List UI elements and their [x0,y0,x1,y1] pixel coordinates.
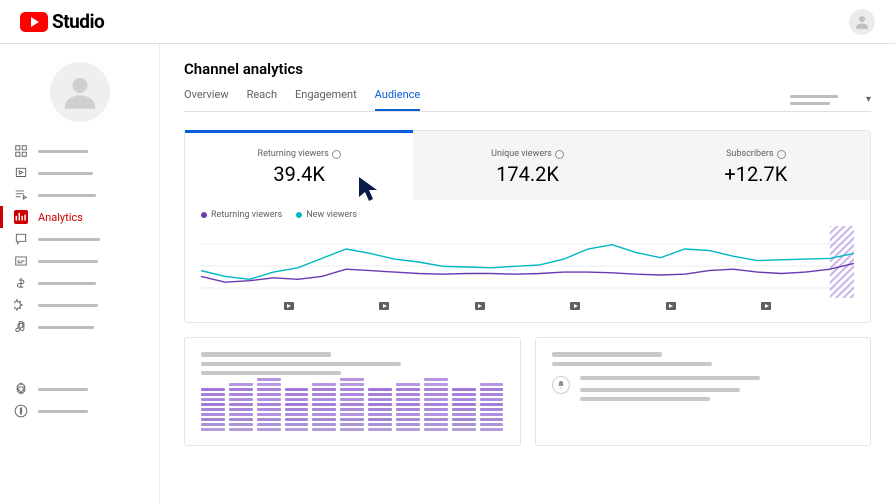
settings-icon [14,382,28,396]
video-marker-icon[interactable] [284,302,294,310]
analytics-icon [14,210,28,224]
channel-avatar[interactable] [50,62,110,122]
tab-audience[interactable]: Audience [375,88,421,111]
metric-tab-returning-viewers[interactable]: Returning viewers39.4K [185,131,413,200]
metric-tab-unique-viewers[interactable]: Unique viewers174.2K [413,131,641,200]
tab-bar: Overview Reach Engagement Audience ▾ [184,88,871,112]
customization-icon [14,298,28,312]
when-viewers-card[interactable] [184,337,521,446]
video-marker-icon[interactable] [761,302,771,310]
dashboard-icon [14,144,28,158]
sidebar: Analytics [0,44,160,503]
app-header: Studio [0,0,895,44]
video-marker-icon[interactable] [666,302,676,310]
info-icon [777,150,786,159]
page-title: Channel analytics [184,60,871,78]
main-content: Channel analytics Overview Reach Engagemen… [160,44,895,503]
sidebar-item-analytics[interactable]: Analytics [0,206,159,228]
video-marker-icon[interactable] [379,302,389,310]
user-icon [853,13,871,31]
sidebar-item-monetization[interactable] [0,272,159,294]
playlists-icon [14,188,28,202]
sidebar-item-label: Analytics [38,211,83,224]
content-icon [14,166,28,180]
audience-card[interactable] [535,337,872,446]
info-icon [332,150,341,159]
sidebar-item-settings[interactable] [0,378,159,400]
audio-icon [14,320,28,334]
youtube-icon [20,12,48,32]
notification-icon [556,380,566,390]
logo-text: Studio [52,10,104,33]
metric-tab-subscribers[interactable]: Subscribers+12.7K [642,131,870,200]
video-marker-icon[interactable] [475,302,485,310]
sidebar-item-feedback[interactable] [0,400,159,422]
account-avatar[interactable] [849,9,875,35]
sidebar-item-content[interactable] [0,162,159,184]
tab-reach[interactable]: Reach [247,88,277,111]
monetization-icon [14,276,28,290]
feedback-icon [14,404,28,418]
chevron-down-icon: ▾ [866,94,871,105]
video-marker-icon[interactable] [570,302,580,310]
metrics-card: Returning viewers39.4KUnique viewers174.… [184,130,871,323]
comments-icon [14,232,28,246]
user-icon [60,72,100,112]
info-icon [555,150,564,159]
legend-item: New viewers [296,210,357,220]
sidebar-item-comments[interactable] [0,228,159,250]
logo[interactable]: Studio [20,10,104,33]
subtitles-icon [14,254,28,268]
legend-item: Returning viewers [201,210,282,220]
sidebar-item-audio[interactable] [0,316,159,338]
viewers-chart [201,226,854,298]
tab-overview[interactable]: Overview [184,88,229,111]
sidebar-item-dashboard[interactable] [0,140,159,162]
sidebar-item-playlists[interactable] [0,184,159,206]
date-range-picker[interactable]: ▾ [790,94,871,111]
sidebar-item-customization[interactable] [0,294,159,316]
sidebar-item-subtitles[interactable] [0,250,159,272]
tab-engagement[interactable]: Engagement [295,88,357,111]
